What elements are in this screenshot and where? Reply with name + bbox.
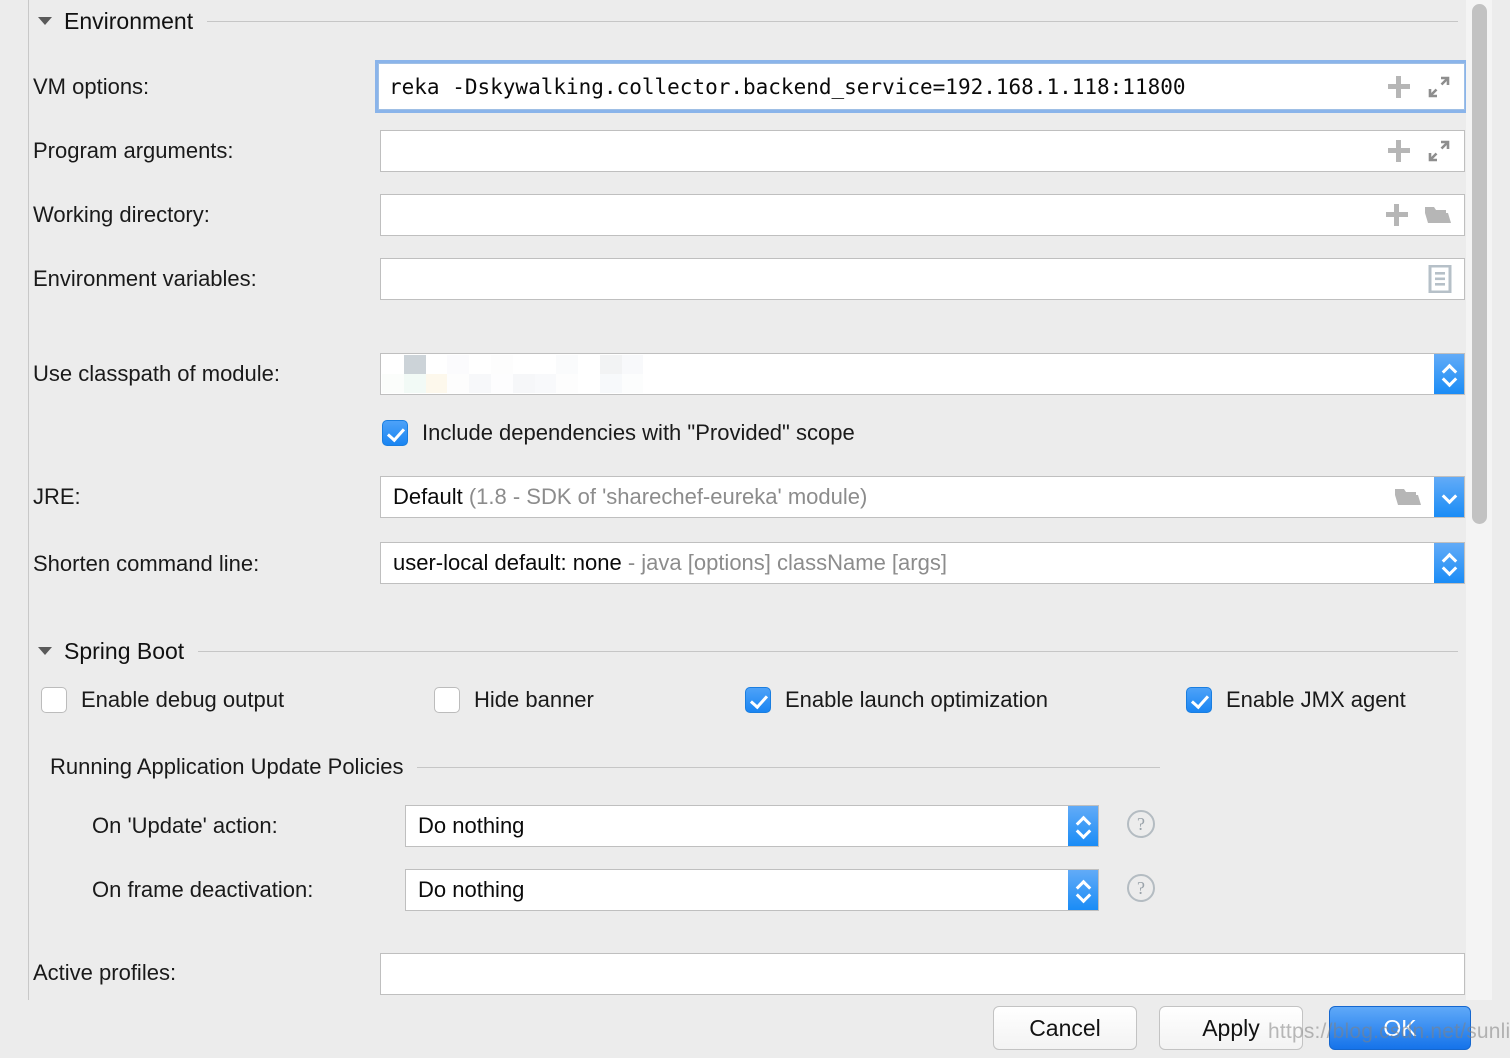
redacted-module-name	[382, 355, 687, 393]
list-document-icon[interactable]	[1428, 265, 1452, 293]
expand-icon[interactable]	[1426, 138, 1452, 164]
checkbox-label: Enable launch optimization	[785, 687, 1048, 712]
section-header-environment[interactable]: Environment	[38, 8, 1458, 34]
subgroup-update-policies: Running Application Update Policies	[50, 754, 1160, 780]
active-profiles-input[interactable]	[380, 953, 1465, 995]
checkbox-checked-icon[interactable]	[1186, 687, 1212, 713]
triangle-down-icon[interactable]	[38, 647, 52, 655]
section-divider	[198, 650, 1458, 652]
include-provided-scope-label: Include dependencies with "Provided" sco…	[422, 420, 855, 445]
checkbox-checked-icon[interactable]	[382, 420, 408, 446]
checkbox-enable-jmx-agent[interactable]: Enable JMX agent	[1186, 687, 1406, 713]
environment-variables-icons	[1428, 265, 1464, 293]
cancel-button[interactable]: Cancel	[993, 1006, 1137, 1050]
label-shorten-command-line: Shorten command line:	[33, 551, 260, 576]
plus-icon[interactable]	[1388, 75, 1410, 98]
on-frame-deactivation-combo[interactable]: Do nothing	[405, 869, 1099, 911]
jre-value-detail: (1.8 - SDK of 'sharechef-eureka' module)	[468, 484, 868, 509]
run-configuration-dialog: Environment VM options: reka -Dskywalkin…	[0, 0, 1510, 1058]
chevron-down-glyph	[1443, 493, 1456, 501]
jre-icons	[1394, 485, 1434, 509]
chevron-down-icon	[1077, 828, 1090, 836]
vm-options-input[interactable]: reka -Dskywalking.collector.backend_serv…	[378, 63, 1465, 110]
working-directory-icons	[1386, 203, 1464, 227]
label-active-profiles: Active profiles:	[33, 960, 177, 985]
checkbox-enable-launch-optimization[interactable]: Enable launch optimization	[745, 687, 1048, 713]
spinner-updown-icon[interactable]	[1434, 543, 1464, 583]
shorten-command-line-value: user-local default: none - java [options…	[381, 550, 1434, 576]
shorten-command-line-combo[interactable]: user-local default: none - java [options…	[380, 542, 1465, 584]
label-vm-options: VM options:	[33, 74, 150, 99]
label-environment-variables: Environment variables:	[33, 266, 257, 291]
working-directory-input[interactable]	[380, 194, 1465, 236]
program-arguments-icons	[1388, 138, 1464, 164]
program-arguments-input[interactable]	[380, 130, 1465, 172]
label-on-update-action: On 'Update' action:	[92, 813, 278, 838]
on-update-action-value: Do nothing	[418, 813, 525, 838]
label-jre: JRE:	[33, 484, 81, 509]
folder-icon[interactable]	[1394, 485, 1422, 509]
jre-value-main: Default	[393, 484, 463, 509]
jre-combo[interactable]: Default (1.8 - SDK of 'sharechef-eureka'…	[380, 476, 1465, 518]
checkbox-label: Enable debug output	[81, 687, 285, 712]
spinner-updown-icon[interactable]	[1434, 354, 1464, 394]
vertical-scrollbar[interactable]	[1466, 0, 1492, 1000]
label-on-frame-deactivation: On frame deactivation:	[92, 877, 314, 902]
subgroup-divider	[417, 766, 1160, 768]
checkbox-checked-icon[interactable]	[745, 687, 771, 713]
checkbox-enable-debug-output[interactable]: Enable debug output	[41, 687, 284, 713]
spinner-updown-icon[interactable]	[1068, 870, 1098, 910]
include-provided-scope-checkbox[interactable]: Include dependencies with "Provided" sco…	[382, 420, 855, 446]
expand-icon[interactable]	[1426, 74, 1452, 100]
section-divider	[207, 20, 1458, 22]
chevron-down-icon	[1443, 376, 1456, 384]
plus-icon[interactable]	[1388, 140, 1410, 162]
environment-variables-input[interactable]	[380, 258, 1465, 300]
checkbox-unchecked-icon[interactable]	[41, 687, 67, 713]
spinner-updown-icon[interactable]	[1068, 806, 1098, 846]
label-program-arguments: Program arguments:	[33, 138, 234, 163]
checkbox-unchecked-icon[interactable]	[434, 687, 460, 713]
label-working-directory: Working directory:	[33, 202, 210, 227]
chevron-down-icon[interactable]	[1434, 477, 1464, 517]
question-mark-icon[interactable]: ?	[1127, 810, 1155, 838]
checkbox-hide-banner[interactable]: Hide banner	[434, 687, 594, 713]
vm-options-icons	[1388, 74, 1464, 100]
question-mark-icon[interactable]: ?	[1127, 874, 1155, 902]
settings-scroll-area: Environment VM options: reka -Dskywalkin…	[0, 0, 1466, 1000]
scrollbar-thumb[interactable]	[1472, 4, 1487, 524]
checkbox-label: Enable JMX agent	[1226, 687, 1406, 712]
watermark-text: https://blog.csdn.net/sunlihuo	[1268, 1020, 1510, 1043]
section-title-spring-boot: Spring Boot	[64, 637, 185, 664]
section-header-spring-boot[interactable]: Spring Boot	[38, 638, 1458, 664]
on-update-action-combo[interactable]: Do nothing	[405, 805, 1099, 847]
section-title-environment: Environment	[64, 7, 194, 34]
triangle-down-icon[interactable]	[38, 17, 52, 25]
folder-icon[interactable]	[1424, 203, 1452, 227]
label-use-classpath-of-module: Use classpath of module:	[33, 361, 281, 386]
plus-icon[interactable]	[1386, 204, 1408, 226]
shorten-command-line-main: user-local default: none	[393, 550, 622, 575]
checkbox-label: Hide banner	[474, 687, 594, 712]
on-frame-deactivation-value: Do nothing	[418, 877, 525, 902]
subgroup-title: Running Application Update Policies	[50, 754, 404, 779]
vm-options-value: reka -Dskywalking.collector.backend_serv…	[389, 74, 1186, 99]
shorten-command-line-detail: - java [options] className [args]	[627, 550, 947, 575]
chevron-down-icon	[1077, 892, 1090, 900]
jre-value: Default (1.8 - SDK of 'sharechef-eureka'…	[381, 484, 1394, 510]
chevron-down-icon	[1443, 565, 1456, 573]
